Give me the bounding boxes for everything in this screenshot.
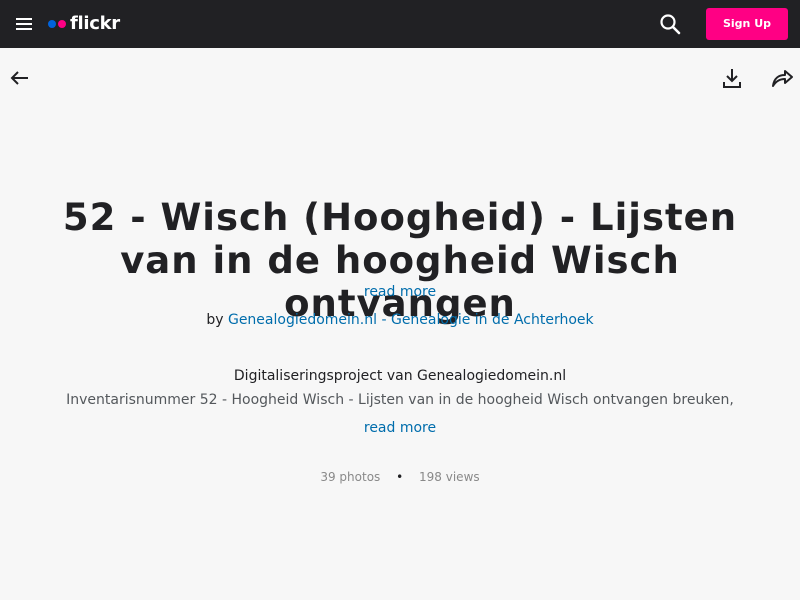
search-icon[interactable] xyxy=(658,12,682,36)
read-more-title-row: read more xyxy=(0,282,800,302)
sign-up-button[interactable]: Sign Up xyxy=(706,8,788,40)
album-stats: 39 photos • 198 views xyxy=(0,467,800,487)
stats-separator: • xyxy=(396,470,404,484)
view-count: 198 views xyxy=(419,470,480,484)
share-icon[interactable] xyxy=(770,66,794,90)
description-line-2: Inventarisnummer 52 - Hoogheid Wisch - L… xyxy=(66,392,734,408)
pink-dot-icon xyxy=(58,20,66,28)
top-navigation-bar: flickr Sign Up xyxy=(0,0,800,48)
flickr-logo[interactable]: flickr xyxy=(48,12,120,36)
by-prefix: by xyxy=(206,312,224,328)
hamburger-menu-icon[interactable] xyxy=(14,15,34,33)
download-icon[interactable] xyxy=(720,66,744,90)
album-title: 52 - Wisch (Hoogheid) - Lijsten van in d… xyxy=(62,196,738,325)
album-description: Digitaliseringsproject van Genealogiedom… xyxy=(40,364,760,412)
logo-text: flickr xyxy=(70,13,120,34)
read-more-title-link[interactable]: read more xyxy=(364,284,436,300)
read-more-description-row: read more xyxy=(0,418,800,438)
byline: by Genealogiedomein.nl - Genealogie in d… xyxy=(0,310,800,330)
photo-count: 39 photos xyxy=(320,470,381,484)
back-arrow-icon[interactable] xyxy=(8,66,32,90)
owner-link[interactable]: Genealogiedomein.nl - Genealogie in de A… xyxy=(228,312,594,328)
description-line-1: Digitaliseringsproject van Genealogiedom… xyxy=(233,368,567,384)
read-more-description-link[interactable]: read more xyxy=(364,420,436,436)
blue-dot-icon xyxy=(48,20,56,28)
